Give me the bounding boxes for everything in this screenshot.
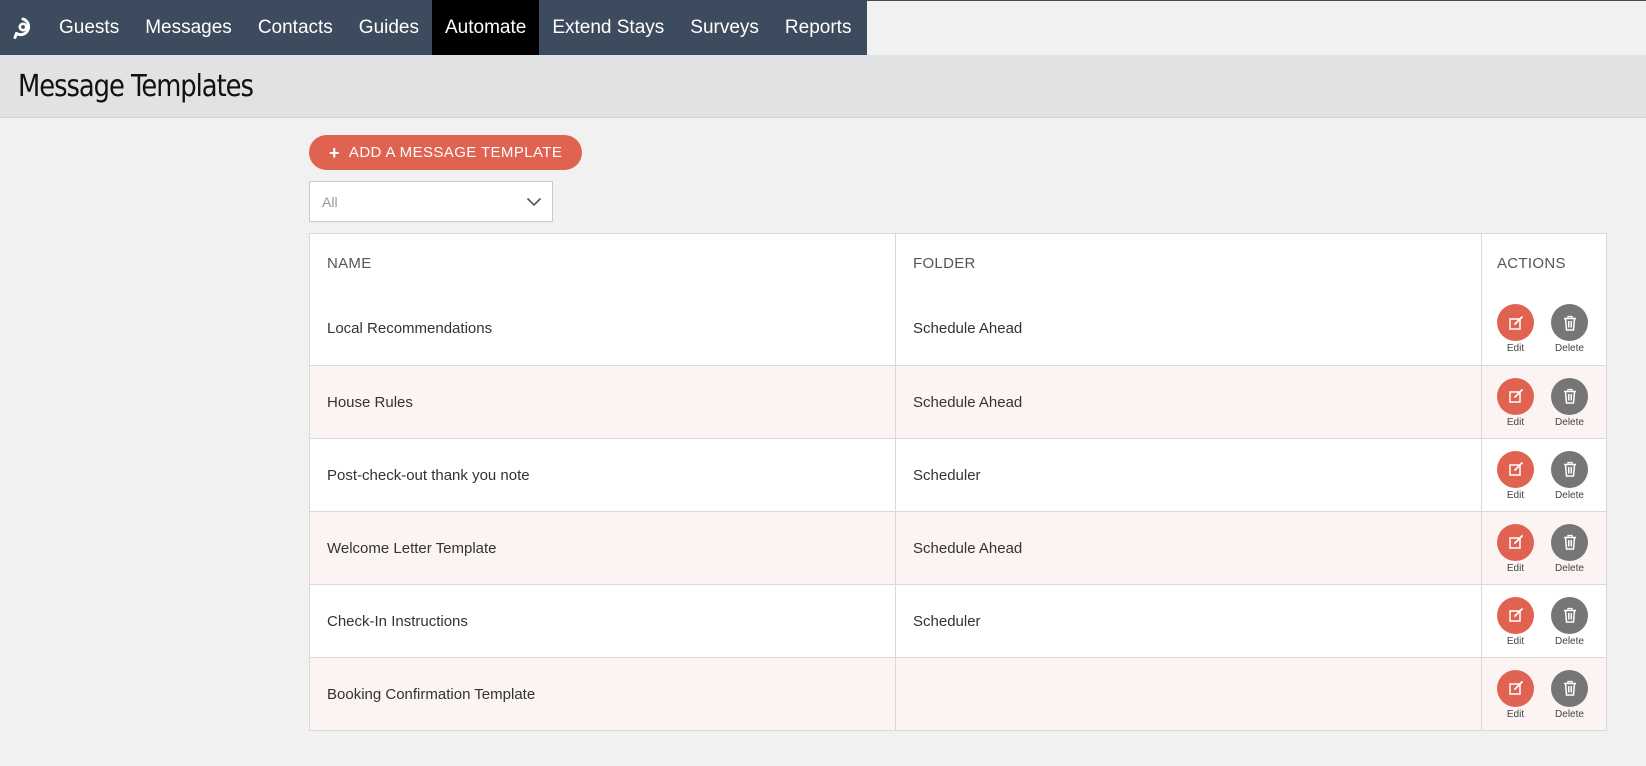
- templates-table: NAME FOLDER ACTIONS Local Recommendation…: [309, 233, 1607, 731]
- edit-icon: [1497, 450, 1534, 488]
- page-header: Message Templates: [0, 55, 1646, 118]
- edit-button[interactable]: Edit: [1497, 669, 1534, 720]
- folder-filter-select[interactable]: All: [309, 181, 553, 222]
- add-template-button[interactable]: + ADD A MESSAGE TEMPLATE: [309, 135, 582, 170]
- edit-button[interactable]: Edit: [1497, 304, 1534, 354]
- template-folder: [896, 658, 1482, 730]
- table-header-row: NAME FOLDER ACTIONS: [310, 234, 1606, 292]
- row-actions: Edit Delete: [1482, 366, 1606, 438]
- table-row: Welcome Letter Template Schedule Ahead Edi…: [310, 511, 1606, 584]
- navbar-divider: [867, 0, 1646, 1]
- nav-item-reports[interactable]: Reports: [772, 0, 865, 55]
- template-name: Local Recommendations: [310, 292, 896, 365]
- delete-label: Delete: [1555, 562, 1584, 574]
- template-name: Welcome Letter Template: [310, 512, 896, 584]
- top-navbar: Guests Messages Contacts Guides Automate…: [0, 0, 867, 55]
- edit-label: Edit: [1506, 416, 1525, 428]
- edit-icon: [1497, 669, 1534, 707]
- table-row: Booking Confirmation Template Edit Delete: [310, 657, 1606, 730]
- row-actions: Edit Delete: [1482, 439, 1606, 511]
- edit-icon: [1497, 596, 1534, 634]
- edit-button[interactable]: Edit: [1497, 450, 1534, 501]
- template-name: Post-check-out thank you note: [310, 439, 896, 511]
- delete-button[interactable]: Delete: [1551, 596, 1588, 647]
- trash-icon: [1551, 450, 1588, 488]
- row-actions: Edit Delete: [1482, 585, 1606, 657]
- trash-icon: [1551, 669, 1588, 707]
- delete-label: Delete: [1555, 489, 1584, 501]
- edit-icon: [1497, 523, 1534, 561]
- edit-label: Edit: [1506, 343, 1525, 354]
- column-header-name[interactable]: NAME: [310, 234, 896, 292]
- nav-item-extend-stays[interactable]: Extend Stays: [539, 0, 677, 55]
- table-row: House Rules Schedule Ahead Edit Delete: [310, 365, 1606, 438]
- edit-icon: [1497, 304, 1534, 341]
- delete-label: Delete: [1555, 416, 1584, 428]
- edit-button[interactable]: Edit: [1497, 377, 1534, 428]
- edit-label: Edit: [1506, 708, 1525, 720]
- template-name: Check-In Instructions: [310, 585, 896, 657]
- row-actions: Edit Delete: [1482, 658, 1606, 730]
- row-actions: Edit Delete: [1482, 292, 1606, 365]
- edit-label: Edit: [1506, 635, 1525, 647]
- folder-filter-value: All: [322, 193, 338, 210]
- nav-item-contacts[interactable]: Contacts: [245, 0, 346, 55]
- edit-button[interactable]: Edit: [1497, 596, 1534, 647]
- delete-button[interactable]: Delete: [1551, 377, 1588, 428]
- trash-icon: [1551, 377, 1588, 415]
- template-name: House Rules: [310, 366, 896, 438]
- table-row: Post-check-out thank you note Scheduler Ed…: [310, 438, 1606, 511]
- edit-button[interactable]: Edit: [1497, 523, 1534, 574]
- delete-button[interactable]: Delete: [1551, 669, 1588, 720]
- edit-label: Edit: [1506, 562, 1525, 574]
- delete-label: Delete: [1555, 635, 1584, 647]
- delete-button[interactable]: Delete: [1551, 523, 1588, 574]
- nav-item-automate[interactable]: Automate: [432, 0, 540, 55]
- template-folder: Schedule Ahead: [896, 512, 1482, 584]
- page-title: Message Templates: [18, 68, 254, 104]
- logo-icon[interactable]: [0, 0, 46, 55]
- nav-item-surveys[interactable]: Surveys: [677, 0, 772, 55]
- chevron-down-icon: [526, 194, 542, 210]
- delete-label: Delete: [1555, 343, 1584, 354]
- delete-button[interactable]: Delete: [1551, 450, 1588, 501]
- delete-button[interactable]: Delete: [1551, 304, 1588, 354]
- row-actions: Edit Delete: [1482, 512, 1606, 584]
- edit-label: Edit: [1506, 489, 1525, 501]
- trash-icon: [1551, 304, 1588, 341]
- template-folder: Schedule Ahead: [896, 366, 1482, 438]
- column-header-actions: ACTIONS: [1497, 254, 1566, 272]
- table-row: Check-In Instructions Scheduler Edit Delete: [310, 584, 1606, 657]
- nav-item-messages[interactable]: Messages: [132, 0, 245, 55]
- template-folder: Scheduler: [896, 585, 1482, 657]
- plus-icon: +: [329, 142, 340, 163]
- add-template-label: ADD A MESSAGE TEMPLATE: [348, 144, 563, 161]
- nav-item-guides[interactable]: Guides: [346, 0, 432, 55]
- nav-item-guests[interactable]: Guests: [46, 0, 132, 55]
- template-folder: Scheduler: [896, 439, 1482, 511]
- template-name: Booking Confirmation Template: [310, 658, 896, 730]
- template-folder: Schedule Ahead: [896, 292, 1482, 365]
- table-row: Local Recommendations Schedule Ahead Edit D…: [310, 292, 1606, 365]
- column-header-folder[interactable]: FOLDER: [896, 234, 1482, 292]
- trash-icon: [1551, 523, 1588, 561]
- edit-icon: [1497, 377, 1534, 415]
- trash-icon: [1551, 596, 1588, 634]
- delete-label: Delete: [1555, 708, 1584, 720]
